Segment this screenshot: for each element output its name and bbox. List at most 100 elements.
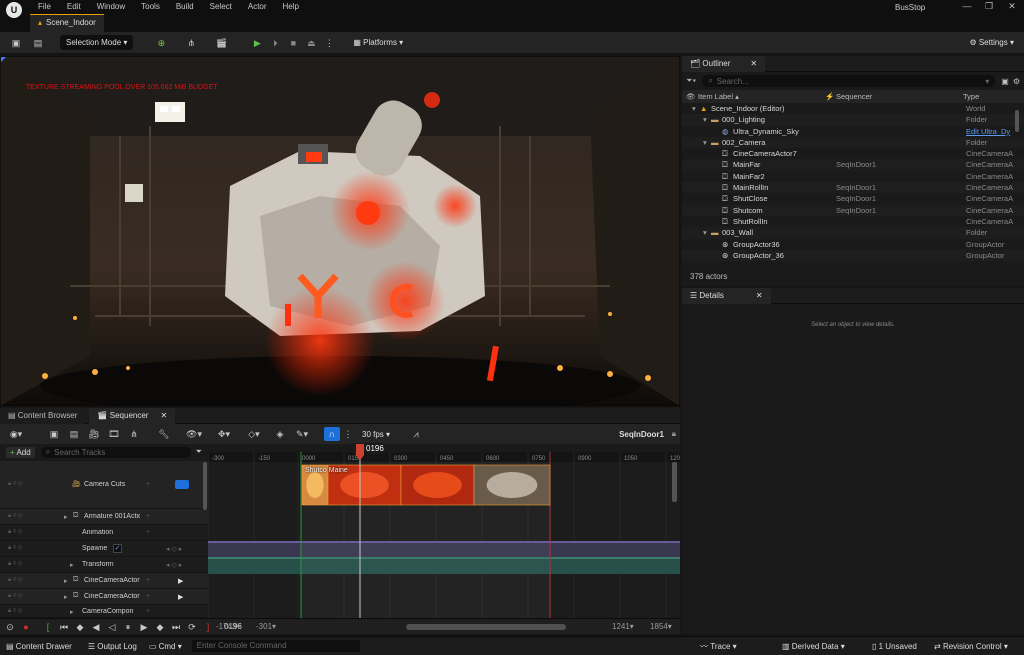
outliner-row[interactable]: ⛋ MainFar2 CineCameraA	[682, 171, 1024, 182]
snap-icon[interactable]: ∩	[324, 427, 340, 441]
add-icon[interactable]: +	[146, 513, 150, 520]
eye-icon[interactable]: 👁︎▾	[186, 427, 202, 441]
browse-icon[interactable]: ▤	[30, 36, 46, 50]
content-drawer-button[interactable]: ▤ Content Drawer	[6, 642, 72, 651]
end-out-field[interactable]: 1854▾	[650, 622, 672, 631]
sequencer-track[interactable]: 🔒︎ ⌾ ⊘ ▸ ⛋ CineCameraActor2 + ▶︎	[0, 589, 208, 605]
expand-arrow-icon[interactable]: ▸	[70, 608, 74, 616]
menu-item-build[interactable]: Build	[176, 2, 194, 11]
unsaved-button[interactable]: ▯ 1 Unsaved	[872, 642, 917, 651]
play-options-icon[interactable]: ⋮	[321, 36, 337, 50]
brush-icon[interactable]: ✎▾	[294, 427, 310, 441]
track-lock-icon[interactable]: 🔒︎ ⌾ ⊘	[8, 545, 22, 552]
menu-item-help[interactable]: Help	[283, 2, 299, 11]
tab-content-browser[interactable]: ▤ Content Browser	[0, 407, 86, 424]
track-lock-icon[interactable]: 🔒︎ ⌾ ⊘	[8, 513, 22, 520]
tab-outliner[interactable]: 🗂︎ Outliner ✕	[682, 55, 766, 72]
sequencer-track[interactable]: 🔒︎ ⌾ ⊘ ▸ Transform ◂ ◇ ▸	[0, 557, 208, 573]
settings-button[interactable]: ⚙ Settings ▾	[969, 38, 1014, 47]
stop-icon[interactable]: ■	[285, 36, 301, 50]
view-range-slider[interactable]	[406, 624, 566, 630]
minimize-button[interactable]: —	[960, 1, 974, 11]
outliner-row[interactable]: ▾ ▬ 002_Camera Folder	[682, 136, 1024, 149]
add-icon[interactable]: +	[146, 577, 150, 584]
close-tab-icon[interactable]: ✕	[750, 59, 757, 68]
find-asset-icon[interactable]: ▤	[66, 427, 82, 441]
filter-icon[interactable]: ⏷	[196, 447, 202, 457]
timeline-scrollbar[interactable]	[672, 462, 677, 502]
key-nav-icon[interactable]: ◂ ◇ ▸	[166, 561, 182, 569]
platforms-button[interactable]: ▦ Platforms ▾	[353, 38, 403, 47]
tab-sequencer[interactable]: 🎬︎ Sequencer ✕	[89, 407, 176, 424]
next-key-icon[interactable]: ◆	[152, 620, 168, 634]
expand-arrow-icon[interactable]: ▸	[70, 561, 74, 569]
wrench-icon[interactable]: 🔧︎	[156, 427, 172, 441]
expand-arrow-icon[interactable]: ▸	[64, 577, 68, 585]
cinematics-icon[interactable]: 🎬︎	[213, 36, 229, 50]
track-lock-icon[interactable]: 🔒︎ ⌾ ⊘	[8, 481, 22, 488]
filter-icon[interactable]: ⏷▾	[686, 76, 696, 86]
cmd-dropdown[interactable]: ▭ Cmd ▾	[149, 642, 182, 651]
expand-arrow-icon[interactable]: ▾	[692, 103, 696, 114]
set-end-icon[interactable]: ]	[200, 620, 216, 634]
outliner-row[interactable]: ⛋ CineCameraActor7 CineCameraA	[682, 148, 1024, 159]
unreal-logo-icon[interactable]: U	[6, 2, 22, 18]
expand-arrow-icon[interactable]: ▸	[64, 593, 68, 601]
track-lock-icon[interactable]: 🔒︎ ⌾ ⊘	[8, 577, 22, 584]
close-tab-icon[interactable]: ✕	[160, 411, 167, 420]
track-lock-icon[interactable]: 🔒︎ ⌾ ⊘	[8, 529, 22, 536]
maximize-button[interactable]: ❐	[982, 1, 996, 12]
play-icon[interactable]: ▶	[249, 36, 265, 50]
track-lock-icon[interactable]: 🔒︎ ⌾ ⊘	[8, 593, 22, 600]
step-forward-icon[interactable]: ▶	[136, 620, 152, 634]
column-sequencer[interactable]: Sequencer	[836, 92, 872, 101]
jump-start-icon[interactable]: ⏮	[56, 620, 72, 634]
save-icon[interactable]: ▣	[8, 36, 24, 50]
track-search-input[interactable]: ⌕ Search Tracks	[40, 446, 191, 458]
gear-icon[interactable]: ⚙	[1013, 77, 1020, 86]
camera-render-icon[interactable]: 🎥︎	[86, 427, 102, 441]
sequencer-track[interactable]: 🔒︎ ⌾ ⊘ ▸ ⛋ CineCameraActor5 + ▶︎	[0, 573, 208, 589]
outliner-item-type[interactable]: Edit Ultra_Dy	[966, 126, 1016, 137]
sequencer-track[interactable]: 🔒︎ ⌾ ⊘ Spawne ✓ ◂ ◇ ▸	[0, 541, 208, 557]
end-in-field[interactable]: 1241▾	[612, 622, 634, 631]
add-folder-icon[interactable]: ▣	[1001, 77, 1009, 86]
console-input[interactable]: Enter Console Command	[191, 640, 360, 652]
selection-mode-dropdown[interactable]: Selection Mode ▾	[60, 35, 134, 50]
camera-lock-icon[interactable]: ▶︎	[178, 577, 183, 585]
sequencer-track[interactable]: 🔒︎ ⌾ ⊘ 🎥︎ Camera Cuts +	[0, 461, 208, 509]
outliner-row[interactable]: ⛋ ShutRollIn CineCameraA	[682, 216, 1024, 227]
menu-item-tools[interactable]: Tools	[141, 2, 160, 11]
outliner-row[interactable]: ▾ ▬ 000_Lighting Folder	[682, 114, 1024, 126]
revision-control-button[interactable]: ⇄ Revision Control ▾	[934, 642, 1008, 651]
track-lock-icon[interactable]: 🔒︎ ⌾ ⊘	[8, 608, 22, 615]
expand-arrow-icon[interactable]: ▾	[703, 114, 707, 125]
record-icon[interactable]: ●	[18, 620, 34, 634]
film-icon[interactable]: 🎞︎	[106, 427, 122, 441]
outliner-row[interactable]: ⛋ MainFar SeqInDoor1 CineCameraA	[682, 159, 1024, 171]
play-reverse-icon[interactable]: ◁	[104, 620, 120, 634]
menu-item-actor[interactable]: Actor	[248, 2, 267, 11]
add-icon[interactable]: +	[146, 481, 150, 488]
start-in-field[interactable]: -301▾	[256, 622, 276, 631]
key-nav-icon[interactable]: ◂ ◇ ▸	[166, 545, 182, 553]
outliner-row[interactable]: ▾ ▬ 003_Wall Folder	[682, 227, 1024, 239]
outliner-row[interactable]: ◍ Ultra_Dynamic_Sky Edit Ultra_Dy	[682, 126, 1024, 137]
close-tab-icon[interactable]: ✕	[756, 291, 763, 300]
start-out-field[interactable]: -1743▾	[216, 622, 240, 631]
track-scrollbar[interactable]	[203, 462, 207, 510]
save-icon[interactable]: ▣	[46, 427, 62, 441]
derived-data-button[interactable]: ▥ Derived Data ▾	[782, 642, 845, 651]
sequencer-track[interactable]: 🔒︎ ⌾ ⊘ ▸ CameraCompon +	[0, 605, 208, 618]
menu-item-select[interactable]: Select	[210, 2, 232, 11]
pause-icon[interactable]: ⏸	[120, 620, 136, 634]
blueprint-icon[interactable]: ⋔	[183, 36, 199, 50]
key-icon[interactable]: ◇▾	[246, 427, 262, 441]
loop-icon[interactable]: ⟳	[184, 620, 200, 634]
sequencer-track[interactable]: 🔒︎ ⌾ ⊘ ▸ ⛋ Armature 001Actio +	[0, 509, 208, 525]
visibility-icon[interactable]: 👁︎	[686, 92, 696, 101]
lock-icon[interactable]: 🔒︎	[672, 429, 676, 439]
output-log-button[interactable]: ☰ Output Log	[88, 642, 137, 651]
outliner-row[interactable]: ⛋ Shutcom SeqInDoor1 CineCameraA	[682, 204, 1024, 216]
camera-lock-icon[interactable]: ▶︎	[178, 593, 183, 601]
